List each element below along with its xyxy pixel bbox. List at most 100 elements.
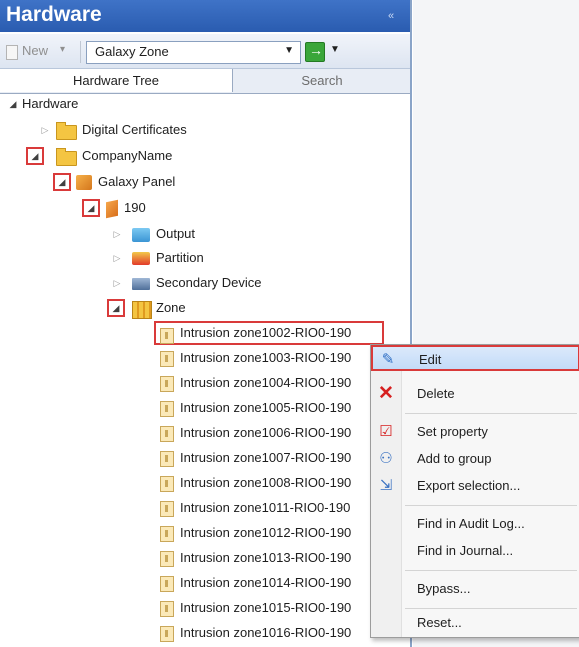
expanded-triangle-icon[interactable]: ◢ bbox=[82, 199, 100, 217]
menu-separator bbox=[405, 570, 577, 571]
delete-x-icon: ✕ bbox=[378, 383, 394, 404]
zone-icon bbox=[132, 301, 152, 319]
tree-node-galaxy-panel[interactable]: ◢ Galaxy Panel bbox=[0, 170, 400, 194]
zone-item[interactable]: Intrusion zone1007-RIO0-190 bbox=[154, 446, 384, 470]
zone-item[interactable]: Intrusion zone1012-RIO0-190 bbox=[154, 521, 384, 545]
new-document-icon bbox=[6, 45, 18, 60]
expanded-triangle-icon[interactable]: ◢ bbox=[26, 147, 44, 165]
menu-item-edit[interactable]: ✎ Edit bbox=[371, 345, 579, 371]
zone-item-label: Intrusion zone1011-RIO0-190 bbox=[180, 500, 351, 515]
zone-item[interactable]: Intrusion zone1003-RIO0-190 bbox=[154, 346, 384, 370]
zone-item[interactable]: Intrusion zone1016-RIO0-190 bbox=[154, 621, 384, 645]
menu-item-label: Set property bbox=[417, 424, 488, 439]
expanded-triangle-icon[interactable]: ◢ bbox=[6, 97, 20, 111]
panel-title-bar: Hardware « bbox=[0, 0, 410, 32]
collapse-icon[interactable]: « bbox=[384, 9, 398, 23]
menu-item-find-journal[interactable]: Find in Journal... bbox=[371, 538, 579, 564]
edit-icon: ✎ bbox=[381, 351, 395, 368]
tab-search[interactable]: Search bbox=[234, 69, 410, 92]
zone-item[interactable]: Intrusion zone1011-RIO0-190 bbox=[154, 496, 384, 520]
zone-item-icon bbox=[160, 476, 174, 492]
panel-tabs: Hardware Tree Search bbox=[0, 69, 410, 94]
tree-node-hardware[interactable]: ◢ Hardware bbox=[0, 92, 400, 116]
tree-node-digital-certificates[interactable]: ▷ Digital Certificates bbox=[0, 118, 400, 142]
tree-node-label: 190 bbox=[124, 200, 146, 215]
tree-node-190[interactable]: ◢ 190 bbox=[0, 196, 400, 220]
unit-icon bbox=[106, 199, 118, 219]
zone-item-icon bbox=[160, 526, 174, 542]
tree-node-label: Galaxy Panel bbox=[98, 174, 176, 189]
zone-item[interactable]: Intrusion zone1008-RIO0-190 bbox=[154, 471, 384, 495]
menu-item-label: Reset... bbox=[417, 615, 462, 630]
zone-item[interactable]: Intrusion zone1014-RIO0-190 bbox=[154, 571, 384, 595]
collapsed-triangle-icon[interactable]: ▷ bbox=[110, 276, 124, 290]
tree-node-partition[interactable]: ▷ Partition bbox=[0, 246, 400, 270]
new-button[interactable]: New bbox=[22, 43, 48, 58]
zone-item-icon bbox=[160, 501, 174, 517]
tree-node-label: Partition bbox=[156, 250, 204, 265]
tree-node-zone[interactable]: ◢ Zone bbox=[0, 296, 400, 320]
zone-item[interactable]: Intrusion zone1002-RIO0-190 bbox=[154, 321, 384, 345]
new-dropdown-arrow-icon[interactable]: ▾ bbox=[60, 44, 65, 55]
zone-item-icon bbox=[160, 401, 174, 417]
collapsed-triangle-icon[interactable]: ▷ bbox=[110, 251, 124, 265]
zone-item-label: Intrusion zone1015-RIO0-190 bbox=[180, 600, 352, 615]
menu-item-label: Export selection... bbox=[417, 478, 521, 493]
zone-item-icon bbox=[160, 626, 174, 642]
zone-item-label: Intrusion zone1012-RIO0-190 bbox=[180, 525, 352, 540]
zone-item[interactable]: Intrusion zone1013-RIO0-190 bbox=[154, 546, 384, 570]
menu-item-label: Add to group bbox=[417, 451, 492, 466]
zone-type-select[interactable]: Galaxy Zone ▼ bbox=[86, 41, 301, 64]
zone-item-icon bbox=[160, 601, 174, 617]
toolbar: New ▾ Galaxy Zone ▼ → ▼ bbox=[0, 34, 410, 69]
expanded-triangle-icon[interactable]: ◢ bbox=[53, 173, 71, 191]
collapsed-triangle-icon[interactable]: ▷ bbox=[110, 227, 124, 241]
tab-hardware-tree[interactable]: Hardware Tree bbox=[0, 69, 233, 92]
zone-item-icon bbox=[160, 451, 174, 467]
zone-item-icon bbox=[160, 328, 174, 344]
tree-node-label: Digital Certificates bbox=[82, 122, 187, 137]
zone-item-icon bbox=[160, 576, 174, 592]
menu-item-bypass[interactable]: Bypass... bbox=[371, 576, 579, 602]
checkbox-check-icon: ☑ bbox=[379, 423, 393, 440]
folder-icon bbox=[56, 148, 77, 166]
zone-item-label: Intrusion zone1006-RIO0-190 bbox=[180, 425, 352, 440]
menu-item-delete[interactable]: ✕ Delete bbox=[371, 381, 579, 407]
arrow-right-icon: → bbox=[309, 42, 323, 58]
hardware-panel: Hardware « New ▾ Galaxy Zone ▼ → ▼ Hardw… bbox=[0, 0, 412, 647]
zone-item-label: Intrusion zone1004-RIO0-190 bbox=[180, 375, 352, 390]
zone-item[interactable]: Intrusion zone1005-RIO0-190 bbox=[154, 396, 384, 420]
expanded-triangle-icon[interactable]: ◢ bbox=[107, 299, 125, 317]
menu-separator bbox=[405, 505, 577, 506]
secondary-device-icon bbox=[132, 278, 150, 290]
tree-node-secondary-device[interactable]: ▷ Secondary Device bbox=[0, 271, 400, 295]
zone-item[interactable]: Intrusion zone1006-RIO0-190 bbox=[154, 421, 384, 445]
output-icon bbox=[132, 228, 150, 242]
collapsed-triangle-icon[interactable]: ▷ bbox=[38, 123, 52, 137]
tree-node-label: Zone bbox=[156, 300, 186, 315]
context-menu: ✎ Edit ✕ Delete ☑ Set property ⚇ Add to … bbox=[370, 344, 579, 638]
menu-item-set-property[interactable]: ☑ Set property bbox=[371, 419, 579, 445]
tree-node-output[interactable]: ▷ Output bbox=[0, 222, 400, 246]
tree-node-company[interactable]: ◢ CompanyName bbox=[0, 144, 400, 168]
menu-item-label: Edit bbox=[419, 352, 442, 367]
menu-separator bbox=[405, 413, 577, 414]
menu-item-reset[interactable]: Reset... bbox=[371, 610, 579, 636]
menu-item-add-to-group[interactable]: ⚇ Add to group bbox=[371, 446, 579, 472]
zone-item-label: Intrusion zone1003-RIO0-190 bbox=[180, 350, 352, 365]
zone-item-label: Intrusion zone1014-RIO0-190 bbox=[180, 575, 352, 590]
zone-item-icon bbox=[160, 376, 174, 392]
menu-item-export-selection[interactable]: ⇲ Export selection... bbox=[371, 473, 579, 499]
menu-item-find-audit-log[interactable]: Find in Audit Log... bbox=[371, 511, 579, 537]
zone-item-icon bbox=[160, 351, 174, 367]
export-icon: ⇲ bbox=[379, 477, 393, 494]
intrusion-panel-icon bbox=[76, 175, 92, 190]
go-dropdown-arrow-icon[interactable]: ▼ bbox=[330, 44, 340, 55]
zone-item[interactable]: Intrusion zone1015-RIO0-190 bbox=[154, 596, 384, 620]
go-button[interactable]: → bbox=[305, 42, 325, 62]
chevron-down-icon[interactable]: ▼ bbox=[284, 45, 294, 56]
menu-item-label: Find in Audit Log... bbox=[417, 516, 525, 531]
zone-item[interactable]: Intrusion zone1004-RIO0-190 bbox=[154, 371, 384, 395]
toolbar-separator bbox=[80, 41, 81, 63]
zone-item-label: Intrusion zone1008-RIO0-190 bbox=[180, 475, 352, 490]
